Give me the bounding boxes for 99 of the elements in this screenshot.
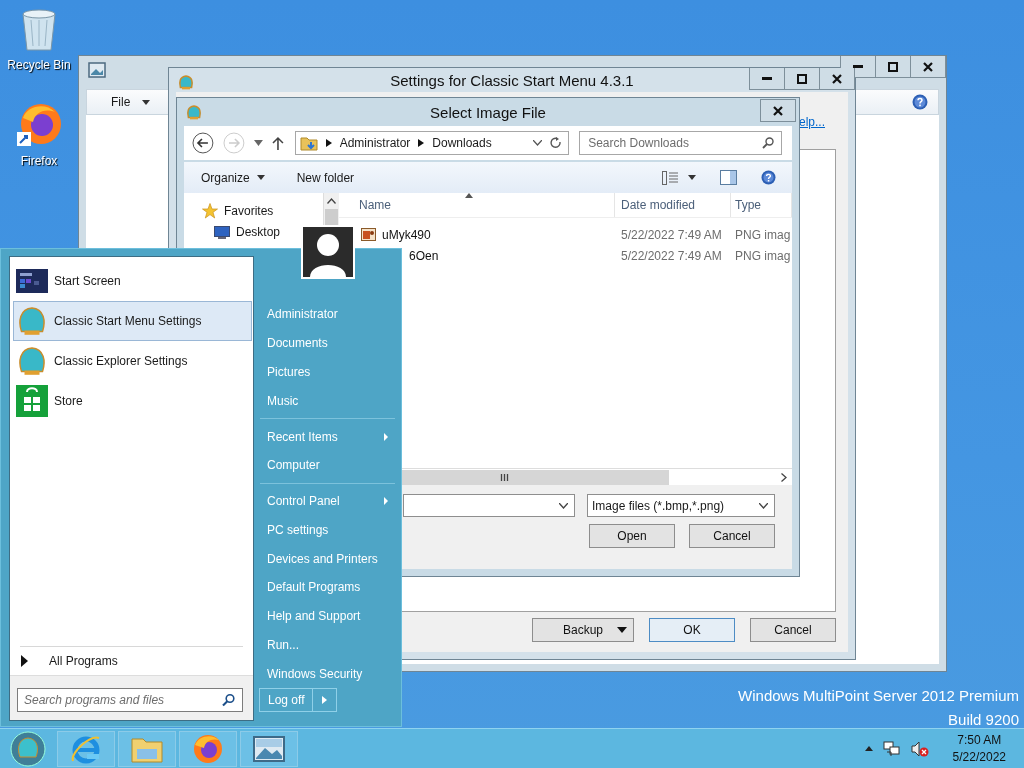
dialog-button[interactable]: OK — [649, 618, 735, 642]
taskbar-button[interactable] — [240, 730, 298, 767]
nav-item[interactable]: Favorites — [202, 203, 274, 219]
desktop-watermark-text: Windows MultiPoint Server 2012 Premium — [738, 686, 1019, 706]
scroll-right-icon — [781, 472, 787, 482]
caret-icon — [142, 99, 151, 105]
table-cell-text: PNG imag — [734, 248, 792, 263]
dialog-button[interactable]: Backup — [532, 618, 634, 642]
user-picture[interactable] — [301, 225, 355, 279]
dialog-button[interactable]: Cancel — [689, 524, 775, 548]
toolbar-button[interactable]: New folder — [296, 170, 355, 185]
address-bar[interactable]: Administrator Downloads — [294, 131, 570, 155]
submenu-arrow-icon — [322, 696, 328, 705]
table-cell-text: PNG imag — [734, 227, 792, 242]
refresh-icon[interactable] — [550, 137, 563, 149]
image-file-icon — [361, 228, 376, 241]
firefox-icon — [192, 732, 224, 765]
recycle-bin-icon — [19, 6, 59, 52]
minimize-button[interactable] — [749, 68, 785, 90]
help-icon[interactable] — [761, 170, 776, 185]
breadcrumb-item[interactable]: Downloads — [432, 136, 492, 150]
chevron-icon — [418, 139, 425, 147]
dropdown-icon[interactable] — [253, 140, 263, 146]
dropdown-icon[interactable] — [533, 140, 543, 146]
dialog-title: Select Image File — [429, 104, 547, 121]
back-icon[interactable] — [192, 132, 214, 154]
shell-icon — [17, 306, 47, 336]
dialog-button[interactable]: Open — [589, 524, 675, 548]
column-header[interactable]: Name — [339, 193, 615, 217]
breadcrumb-item[interactable]: Administrator — [339, 136, 411, 150]
help-icon[interactable] — [912, 94, 928, 110]
scrollbar-thumb[interactable] — [325, 209, 338, 225]
search-icon — [222, 693, 235, 707]
menu-item[interactable]: Store — [13, 381, 252, 421]
tiles-icon — [16, 269, 48, 293]
shell-icon — [17, 346, 47, 376]
window-title: Settings for Classic Start Menu 4.3.1 — [389, 72, 635, 89]
minimize-icon — [853, 65, 863, 68]
close-button[interactable] — [819, 68, 855, 90]
folder-icon — [299, 135, 318, 151]
column-header[interactable]: Type — [731, 193, 792, 217]
store-icon — [16, 385, 48, 417]
minimize-icon — [762, 77, 772, 80]
filename-field[interactable] — [403, 494, 575, 517]
taskbar-button[interactable] — [179, 730, 237, 767]
dialog-button[interactable]: Cancel — [750, 618, 836, 642]
search-field[interactable]: Search Downloads — [579, 131, 782, 155]
preview-pane-icon[interactable] — [720, 170, 737, 185]
menu-button[interactable]: File — [111, 95, 151, 109]
star-icon — [202, 203, 218, 219]
picture-icon — [253, 735, 285, 762]
menu-item[interactable]: All Programs — [10, 647, 253, 675]
toolbar-button[interactable]: Organize — [201, 170, 265, 185]
submenu-arrow-icon — [384, 432, 388, 441]
show-hidden-icons-icon[interactable] — [864, 746, 873, 751]
column-header[interactable]: Date modified — [615, 193, 731, 217]
nav-item[interactable]: Desktop — [202, 225, 281, 239]
shell-icon — [178, 74, 194, 90]
menu-item[interactable]: Classic Explorer Settings — [13, 341, 252, 381]
up-arrow-icon[interactable] — [271, 136, 284, 150]
table-cell-text: 5/22/2022 7:49 AM — [620, 227, 723, 242]
help-link[interactable]: elp... — [799, 115, 825, 135]
close-button[interactable] — [910, 56, 946, 78]
close-icon — [773, 105, 783, 116]
search-field[interactable]: Search programs and files — [17, 688, 243, 712]
monitor-icon — [214, 225, 230, 239]
maximize-button[interactable] — [784, 68, 820, 90]
shell-orb-icon — [10, 730, 46, 767]
file-name[interactable]: uMyk490 — [382, 227, 431, 242]
clock[interactable]: 7:50 AM 5/22/2022 — [952, 731, 1006, 766]
volume-muted-icon[interactable] — [910, 740, 929, 757]
maximize-icon — [797, 73, 807, 84]
caret-icon — [617, 627, 627, 633]
triangle-icon — [21, 655, 28, 667]
close-button[interactable] — [760, 99, 796, 122]
table-cell-text: 5/22/2022 7:49 AM — [620, 248, 723, 263]
submenu-arrow-icon — [384, 497, 388, 506]
dropdown-icon — [559, 502, 568, 509]
maximize-icon — [888, 61, 898, 72]
menu-item[interactable]: Start Screen — [13, 261, 252, 301]
close-icon — [923, 61, 933, 72]
file-type-dropdown[interactable]: Image files (*.bmp,*.png) — [587, 494, 775, 517]
view-icon[interactable] — [662, 170, 678, 185]
chevron-icon — [325, 139, 332, 147]
sort-arrow-icon — [465, 193, 473, 198]
desktop-watermark-text: Build 9200 — [947, 710, 1019, 730]
search-icon — [762, 137, 774, 149]
menu-item[interactable]: Classic Start Menu Settings — [13, 301, 252, 341]
scroll-up-icon — [327, 198, 336, 204]
close-icon — [832, 73, 842, 84]
person-silhouette-icon — [308, 233, 348, 277]
picture-icon — [88, 62, 106, 78]
grip-icon — [499, 473, 509, 481]
dropdown-icon — [759, 502, 768, 509]
caret-icon[interactable] — [688, 175, 696, 180]
network-icon[interactable] — [882, 740, 901, 757]
file-name[interactable]: 6Oen — [409, 248, 439, 263]
caret-icon — [256, 175, 265, 180]
shell-icon — [186, 104, 202, 120]
